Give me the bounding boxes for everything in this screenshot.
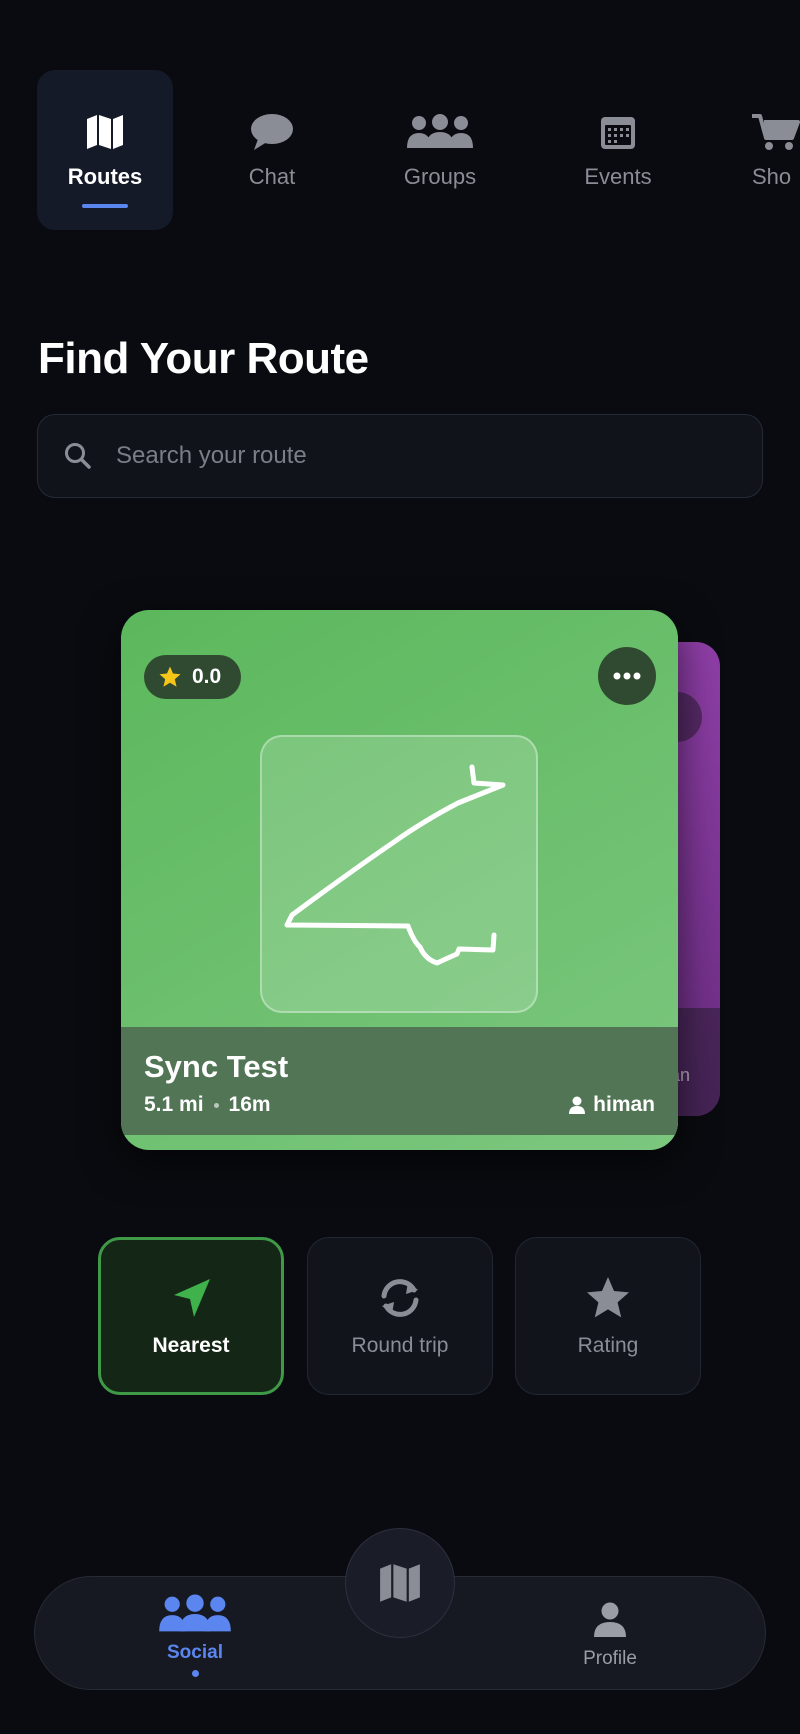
nav-label: Profile xyxy=(583,1648,637,1669)
tab-label: Groups xyxy=(403,164,477,189)
chat-bubble-icon xyxy=(250,110,294,154)
navigation-arrow-icon xyxy=(170,1274,212,1322)
author-name: himan xyxy=(593,1093,655,1116)
tab-label: Sho xyxy=(752,164,792,189)
filter-label: Nearest xyxy=(152,1334,230,1357)
nav-label: Social xyxy=(167,1641,223,1663)
nav-profile[interactable]: Profile xyxy=(555,1577,665,1691)
filter-nearest[interactable]: Nearest xyxy=(98,1237,284,1395)
map-icon xyxy=(377,1562,423,1604)
groups-icon xyxy=(405,110,475,154)
top-tab-bar: Routes Chat Groups Events Sho xyxy=(0,0,800,240)
tab-events[interactable]: Events xyxy=(568,70,668,230)
tab-label: Routes xyxy=(67,164,143,189)
search-input[interactable] xyxy=(114,441,718,471)
ellipsis-icon xyxy=(613,672,641,680)
rating-value: 0.0 xyxy=(192,665,222,688)
tab-label: Chat xyxy=(248,164,296,189)
filter-label: Round trip xyxy=(351,1334,449,1357)
tab-label: Events xyxy=(584,164,652,189)
person-icon xyxy=(593,1598,627,1642)
star-icon xyxy=(158,665,182,689)
route-path-icon xyxy=(284,764,506,966)
filter-round-trip[interactable]: Round trip xyxy=(307,1237,493,1395)
round-trip-icon xyxy=(376,1274,424,1322)
search-icon xyxy=(64,442,92,470)
tab-routes[interactable]: Routes xyxy=(37,70,173,230)
nav-social[interactable]: Social xyxy=(135,1577,255,1691)
filter-label: Rating xyxy=(577,1334,639,1357)
cart-icon xyxy=(752,110,800,154)
rating-badge: 0.0 xyxy=(144,655,242,699)
route-name: Sync Test xyxy=(144,1049,289,1084)
search-bar[interactable] xyxy=(37,414,763,498)
filter-rating[interactable]: Rating xyxy=(515,1237,701,1395)
route-duration: 16m xyxy=(228,1093,271,1116)
tab-groups[interactable]: Groups xyxy=(390,70,490,230)
route-card[interactable]: 0.0 Sync Test 5.1 mi 16m himan xyxy=(121,610,678,1150)
more-options-button[interactable] xyxy=(598,647,656,705)
person-icon xyxy=(569,1096,586,1114)
tab-shop[interactable]: Sho xyxy=(752,70,800,230)
route-author: himan xyxy=(569,1093,655,1117)
map-icon xyxy=(85,110,125,154)
active-tab-indicator xyxy=(82,204,128,208)
card-footer: Sync Test 5.1 mi 16m himan xyxy=(121,1027,678,1135)
active-nav-indicator xyxy=(191,1669,199,1677)
calendar-icon xyxy=(599,110,637,154)
center-map-button[interactable] xyxy=(345,1528,455,1638)
tab-chat[interactable]: Chat xyxy=(222,70,322,230)
route-stats: 5.1 mi 16m xyxy=(144,1093,271,1117)
page-title: Find Your Route xyxy=(38,334,369,383)
star-icon xyxy=(584,1274,632,1322)
groups-icon xyxy=(157,1592,233,1636)
separator-dot xyxy=(213,1102,219,1108)
route-distance: 5.1 mi xyxy=(144,1093,204,1116)
route-preview xyxy=(260,735,538,1013)
